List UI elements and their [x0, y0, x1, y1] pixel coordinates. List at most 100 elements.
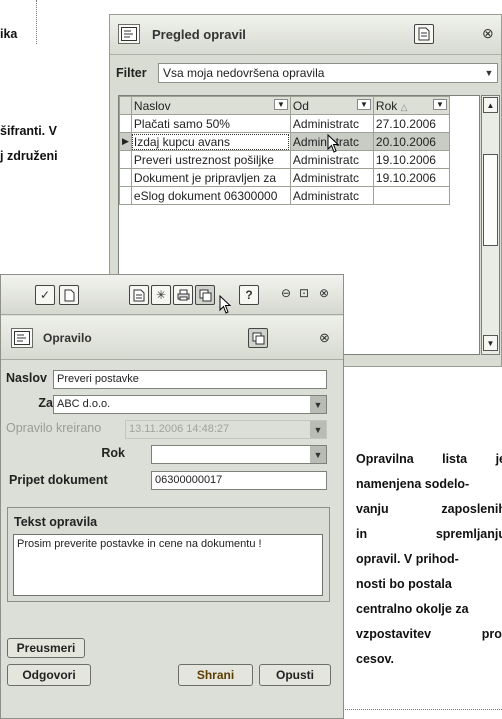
chevron-down-icon[interactable]: ▼ [481, 64, 497, 82]
word: centralno okolje za [356, 602, 469, 616]
cell-rok: 20.10.2006 [372, 132, 450, 151]
task-titlebar: Opravilo ⊗ [1, 316, 343, 360]
row-indicator [119, 168, 132, 187]
za-label: Za [38, 396, 53, 410]
copy-icon[interactable] [248, 328, 268, 348]
cell-od: Administratc [289, 186, 374, 205]
article-fragment-2: šifranti. V [0, 124, 57, 138]
word: lista [442, 452, 468, 466]
close-icon[interactable]: ⊗ [319, 286, 329, 300]
task-text-label: Tekst opravila [14, 515, 98, 529]
table-row[interactable]: Dokument je pripravljen za Administratc … [119, 168, 450, 187]
article-fragment-1: ika [0, 27, 18, 41]
side-line-4: in spremljanju [356, 522, 502, 547]
word: cesov. [356, 652, 394, 666]
print-icon[interactable] [173, 285, 193, 305]
task-table: Naslov ▼ Od ▼ Rok △ ▼ Plačati samo 50% A… [119, 96, 450, 205]
filter-dropdown[interactable]: Vsa moja nedovršena opravila ▼ [158, 63, 498, 83]
minimize-icon[interactable]: ⊖ [281, 286, 291, 300]
table-row[interactable]: eSlog dokument 06300000 Administratc [119, 186, 450, 205]
odgovori-button[interactable]: Odgovori [7, 664, 91, 686]
table-row[interactable]: Preveri ustreznost pošiljke Administratc… [119, 150, 450, 169]
rok-label: Rok [101, 446, 125, 460]
word: vzpostavitev [356, 627, 432, 641]
opusti-button[interactable]: Opusti [259, 664, 331, 686]
kreirano-label: Opravilo kreirano [6, 421, 102, 435]
shrani-button[interactable]: Shrani [178, 664, 253, 686]
side-line-1: Opravilna lista je [356, 447, 502, 472]
scroll-down-icon[interactable]: ▼ [483, 335, 498, 351]
rok-field[interactable]: ▼ [151, 445, 327, 464]
side-line-5: opravil. V prihod- [356, 547, 502, 572]
cell-naslov: Preveri ustreznost pošiljke [130, 150, 291, 169]
za-field[interactable]: ABC d.o.o. ▼ [53, 395, 327, 414]
word: in [356, 527, 368, 541]
pripet-label: Pripet dokument [9, 473, 108, 487]
side-line-3: vanju zaposlenih [356, 497, 502, 522]
row-indicator [119, 114, 132, 133]
task-list-window-icon [118, 24, 140, 44]
dropdown-icon[interactable]: ▼ [357, 98, 371, 110]
restore-icon[interactable]: ⊡ [299, 286, 309, 300]
filter-label: Filter [116, 66, 147, 80]
dropdown-icon[interactable]: ▼ [274, 98, 288, 110]
help-icon[interactable]: ? [239, 285, 259, 305]
side-line-8: vzpostavitev pro- [356, 622, 502, 647]
word: pro- [481, 627, 502, 641]
word: namenjena sodelo- [356, 477, 470, 491]
table-row[interactable]: Plačati samo 50% Administratc 27.10.2006 [119, 114, 450, 133]
task-grid-scrollbar[interactable]: ▲ ▼ [481, 95, 500, 355]
kreirano-value: 13.11.2006 14:48:27 [129, 423, 230, 435]
task-title: Opravilo [43, 331, 92, 345]
current-row-arrow-icon: ▶ [119, 132, 132, 151]
cell-rok [372, 186, 450, 205]
word: opravil. V prihod- [356, 552, 459, 566]
side-line-6: nosti bo postala [356, 572, 502, 597]
document-icon[interactable] [129, 285, 149, 305]
preusmeri-button[interactable]: Preusmeri [7, 638, 85, 658]
article-fragment-3: j združeni [0, 149, 58, 163]
table-row-selected[interactable]: ▶ Izdaj kupcu avans Administratc 20.10.2… [119, 132, 450, 151]
row-indicator [119, 150, 132, 169]
cell-naslov: Dokument je pripravljen za [130, 168, 291, 187]
column-header-naslov[interactable]: Naslov ▼ [130, 96, 291, 115]
sort-ascending-icon: △ [400, 101, 408, 112]
dropdown-icon[interactable]: ▼ [433, 98, 447, 110]
task-text-area[interactable]: Prosim preverite postavke in cene na dok… [13, 534, 323, 596]
document-icon[interactable] [414, 24, 434, 44]
pripet-field[interactable]: 06300000017 [151, 471, 327, 490]
side-line-7: centralno okolje za [356, 597, 502, 622]
column-header-rok[interactable]: Rok △ ▼ [372, 96, 450, 115]
naslov-field[interactable]: Preveri postavke [53, 370, 327, 389]
cell-naslov: Izdaj kupcu avans [130, 132, 291, 151]
table-header: Naslov ▼ Od ▼ Rok △ ▼ [119, 96, 450, 115]
column-label: Od [292, 98, 309, 113]
chevron-down-icon: ▼ [310, 421, 326, 438]
scroll-thumb[interactable] [483, 154, 498, 246]
za-value: ABC d.o.o. [57, 398, 111, 410]
close-icon[interactable]: ⊗ [319, 330, 330, 346]
word: je [495, 452, 502, 466]
checkmark-icon[interactable]: ✓ [35, 285, 55, 305]
word: zaposlenih [441, 502, 502, 516]
column-header-od[interactable]: Od ▼ [289, 96, 374, 115]
mouse-cursor-icon [219, 295, 232, 314]
side-line-2: namenjena sodelo- [356, 472, 502, 497]
column-divider-top [36, 0, 37, 44]
task-window: ✓ ✳ ? ⊖ ⊡ ⊗ Opravilo ⊗ Naslov Preveri po… [0, 274, 344, 719]
side-line-9: cesov. [356, 647, 502, 672]
word: nosti bo postala [356, 577, 452, 591]
chevron-down-icon[interactable]: ▼ [310, 396, 326, 413]
new-document-icon[interactable] [59, 285, 79, 305]
cell-od: Administratc [289, 114, 374, 133]
asterisk-icon[interactable]: ✳ [151, 285, 171, 305]
column-label: Rok [375, 98, 398, 113]
mouse-cursor-icon [327, 134, 340, 153]
close-icon[interactable]: ⊗ [482, 25, 494, 42]
chevron-down-icon[interactable]: ▼ [310, 446, 326, 463]
scroll-up-icon[interactable]: ▲ [483, 97, 498, 113]
filter-value: Vsa moja nedovršena opravila [163, 66, 325, 80]
cell-naslov: Plačati samo 50% [130, 114, 291, 133]
copy-icon[interactable] [195, 285, 215, 305]
cell-rok: 19.10.2006 [372, 150, 450, 169]
